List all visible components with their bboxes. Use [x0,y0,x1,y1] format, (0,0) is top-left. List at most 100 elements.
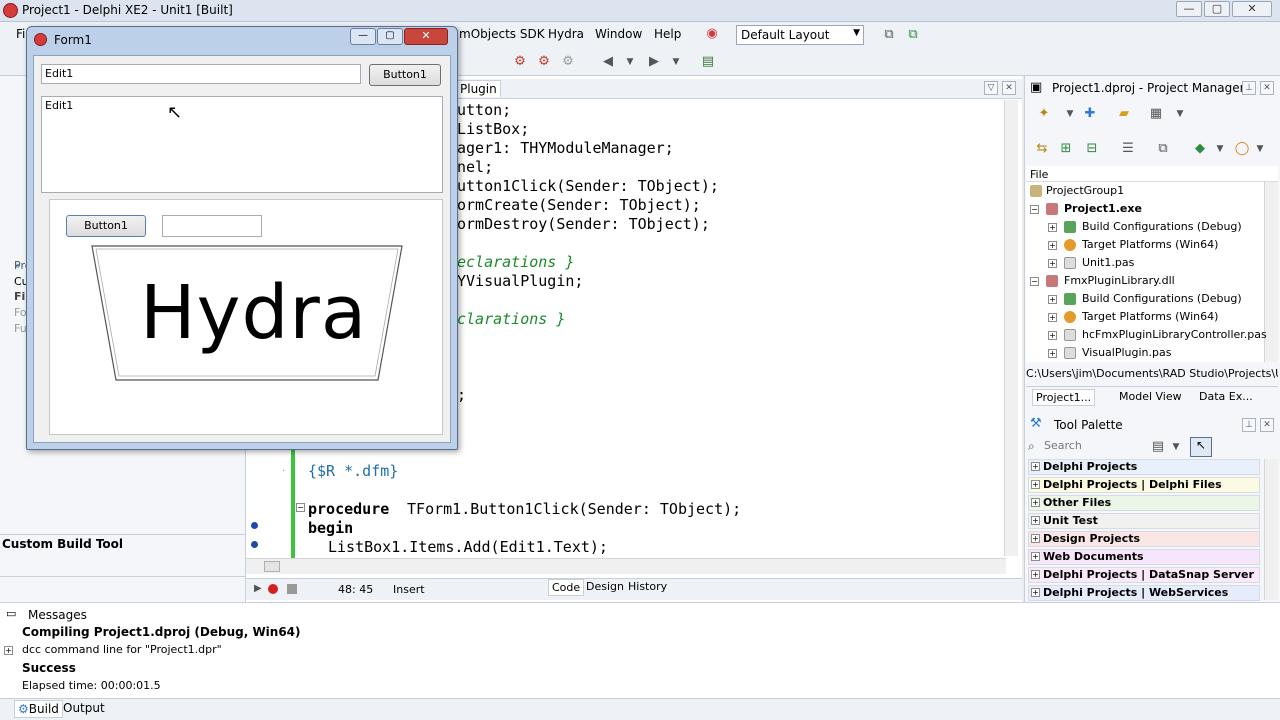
tree-item-build-config[interactable]: Build Configurations (Debug) [1082,292,1242,305]
palette-category[interactable]: + Design Projects [1028,531,1260,547]
tree-item-controller-pas[interactable]: hcFmxPluginLibraryController.pas [1082,328,1267,341]
new-project-icon[interactable]: ✦ [1036,106,1052,122]
tab-model-view[interactable]: Model View [1116,389,1185,404]
view-dropdown-icon[interactable]: ▼ [1172,106,1188,122]
tab-design[interactable]: Design [583,579,627,594]
build-icon[interactable]: ⧉ [1155,141,1171,157]
tab-output[interactable]: Output [60,700,108,716]
plugin-button1[interactable]: Button1 [66,215,146,237]
record-macro-icon[interactable] [268,584,278,594]
close-button[interactable]: ✕ [1232,1,1272,17]
tree-item-fmxpluginlibrary[interactable]: FmxPluginLibrary.dll [1064,274,1175,287]
list-view-icon[interactable]: ☰ [1120,141,1136,157]
tab-history[interactable]: History [625,579,670,594]
menu-hydra[interactable]: Hydra [548,27,584,41]
scroll-thumb[interactable] [264,561,280,572]
tab-project-manager[interactable]: Project1... [1032,389,1096,406]
back-dropdown-icon[interactable]: ▼ [622,54,638,70]
palette-category[interactable]: + Other Files [1028,495,1260,511]
palette-category[interactable]: + Delphi Projects [1028,459,1260,475]
tree-item-project1-exe[interactable]: Project1.exe [1064,202,1142,215]
close-panel-icon[interactable]: ✕ [1260,418,1274,432]
pin-icon[interactable]: ⊥ [1242,418,1256,432]
menu-remobjects-sdk[interactable]: mObjects SDK [459,27,545,41]
stop-macro-icon[interactable] [287,584,297,594]
save-desktop-icon[interactable]: ⧉ [881,27,897,43]
menu-file[interactable]: Fi [16,27,25,41]
tab-code[interactable]: Code [548,579,585,596]
message-line[interactable]: dcc command line for "Project1.dpr" [22,643,222,656]
tree-expand-toggle[interactable]: + [1048,241,1057,250]
listbox-item[interactable]: Edit1 [45,99,73,112]
tree-collapse-toggle[interactable]: − [1030,277,1039,286]
view-icon[interactable]: ▦ [1148,106,1164,122]
hydra-tool-2-icon[interactable]: ⚙ [536,54,552,70]
menu-help[interactable]: Help [654,27,681,41]
code-fold-toggle[interactable]: − [296,503,305,512]
hydra-tool-1-icon[interactable]: ⚙ [512,54,528,70]
tree-item-target-platforms[interactable]: Target Platforms (Win64) [1082,238,1218,251]
tab-plugin[interactable]: Plugin [456,80,501,97]
palette-category[interactable]: + Web Documents [1028,549,1260,565]
tree-item-projectgroup[interactable]: ProjectGroup1 [1046,184,1124,197]
edit1-input[interactable]: Edit1 [41,64,361,84]
sync-icon[interactable]: ⇆ [1034,141,1050,157]
tree-expand-toggle[interactable]: + [1048,313,1057,322]
form1-window[interactable]: Form1 — ▢ ✕ Edit1 Button1 Edit1 ↖ Button… [26,26,458,450]
pin-icon[interactable]: ⊥ [1242,81,1256,95]
platform-dropdown-icon[interactable]: ▼ [1212,141,1228,157]
forward-dropdown-icon[interactable]: ▼ [668,54,684,70]
palette-search-input[interactable]: Search [1042,438,1142,455]
tree-collapse-toggle[interactable]: − [1030,205,1039,214]
close-tab-icon[interactable]: ✕ [1002,81,1016,95]
platform-icon[interactable]: ◆ [1192,141,1208,157]
editor-vertical-scrollbar[interactable] [1004,100,1018,556]
menu-window[interactable]: Window [595,27,642,41]
remobjects-logo-icon[interactable]: ◉ [704,26,720,42]
message-expand-toggle[interactable]: + [4,646,13,655]
tab-data-explorer[interactable]: Data Ex... [1196,389,1256,404]
tree-column-header[interactable]: File [1026,166,1278,182]
tree-expand-toggle[interactable]: + [1048,259,1057,268]
tree-expand-toggle[interactable]: + [1048,331,1057,340]
palette-category[interactable]: + Delphi Projects | DataSnap Server [1028,567,1260,583]
palette-category[interactable]: + Delphi Projects | WebServices [1028,585,1260,601]
tree-expand-toggle[interactable]: + [1048,349,1057,358]
expand-tree-icon[interactable]: ⊞ [1058,141,1074,157]
tab-build[interactable]: ⚙Build [14,700,63,718]
button1[interactable]: Button1 [369,64,441,86]
collapse-tree-icon[interactable]: ⊟ [1084,141,1100,157]
tree-item-target-platforms[interactable]: Target Platforms (Win64) [1082,310,1218,323]
back-arrow-icon[interactable]: ◀ [600,54,616,70]
form1-minimize-button[interactable]: — [350,28,376,45]
close-panel-icon[interactable]: ✕ [1260,81,1274,95]
forward-arrow-icon[interactable]: ▶ [646,54,662,70]
book-icon[interactable]: ▤ [700,54,716,70]
tree-item-build-config[interactable]: Build Configurations (Debug) [1082,220,1242,233]
editor-horizontal-scrollbar[interactable] [246,558,1006,574]
maximize-button[interactable]: ▢ [1204,1,1230,17]
palette-filter-icon[interactable]: ▤ [1150,439,1166,455]
target-icon[interactable]: ◯ [1234,141,1250,157]
tree-item-visualplugin-pas[interactable]: VisualPlugin.pas [1082,346,1171,359]
selection-pointer-icon[interactable]: ↖ [1190,437,1212,457]
form1-close-button[interactable]: ✕ [404,28,448,45]
breakpoint-dot-icon[interactable] [251,541,258,548]
target-dropdown-icon[interactable]: ▼ [1252,141,1268,157]
play-icon[interactable]: ▶ [254,583,262,594]
form1-maximize-button[interactable]: ▢ [377,28,403,45]
tree-expand-toggle[interactable]: + [1048,295,1057,304]
desktop-layout-select[interactable]: Default Layout ▼ [736,25,864,45]
minimize-button[interactable]: — [1176,1,1202,17]
palette-filter-dropdown-icon[interactable]: ▼ [1168,439,1184,455]
plugin-edit-input[interactable] [162,215,262,237]
hydra-tool-3-icon[interactable]: ⚙ [560,54,576,70]
listbox1[interactable]: Edit1 [41,96,443,193]
open-folder-icon[interactable]: ▰ [1116,106,1132,122]
new-dropdown-icon[interactable]: ▼ [1062,106,1078,122]
set-debug-desktop-icon[interactable]: ⧉ [905,27,921,43]
palette-category[interactable]: + Unit Test [1028,513,1260,529]
tab-list-dropdown-icon[interactable]: ▽ [984,81,998,95]
palette-category[interactable]: + Delphi Projects | Delphi Files [1028,477,1260,493]
tree-expand-toggle[interactable]: + [1048,223,1057,232]
